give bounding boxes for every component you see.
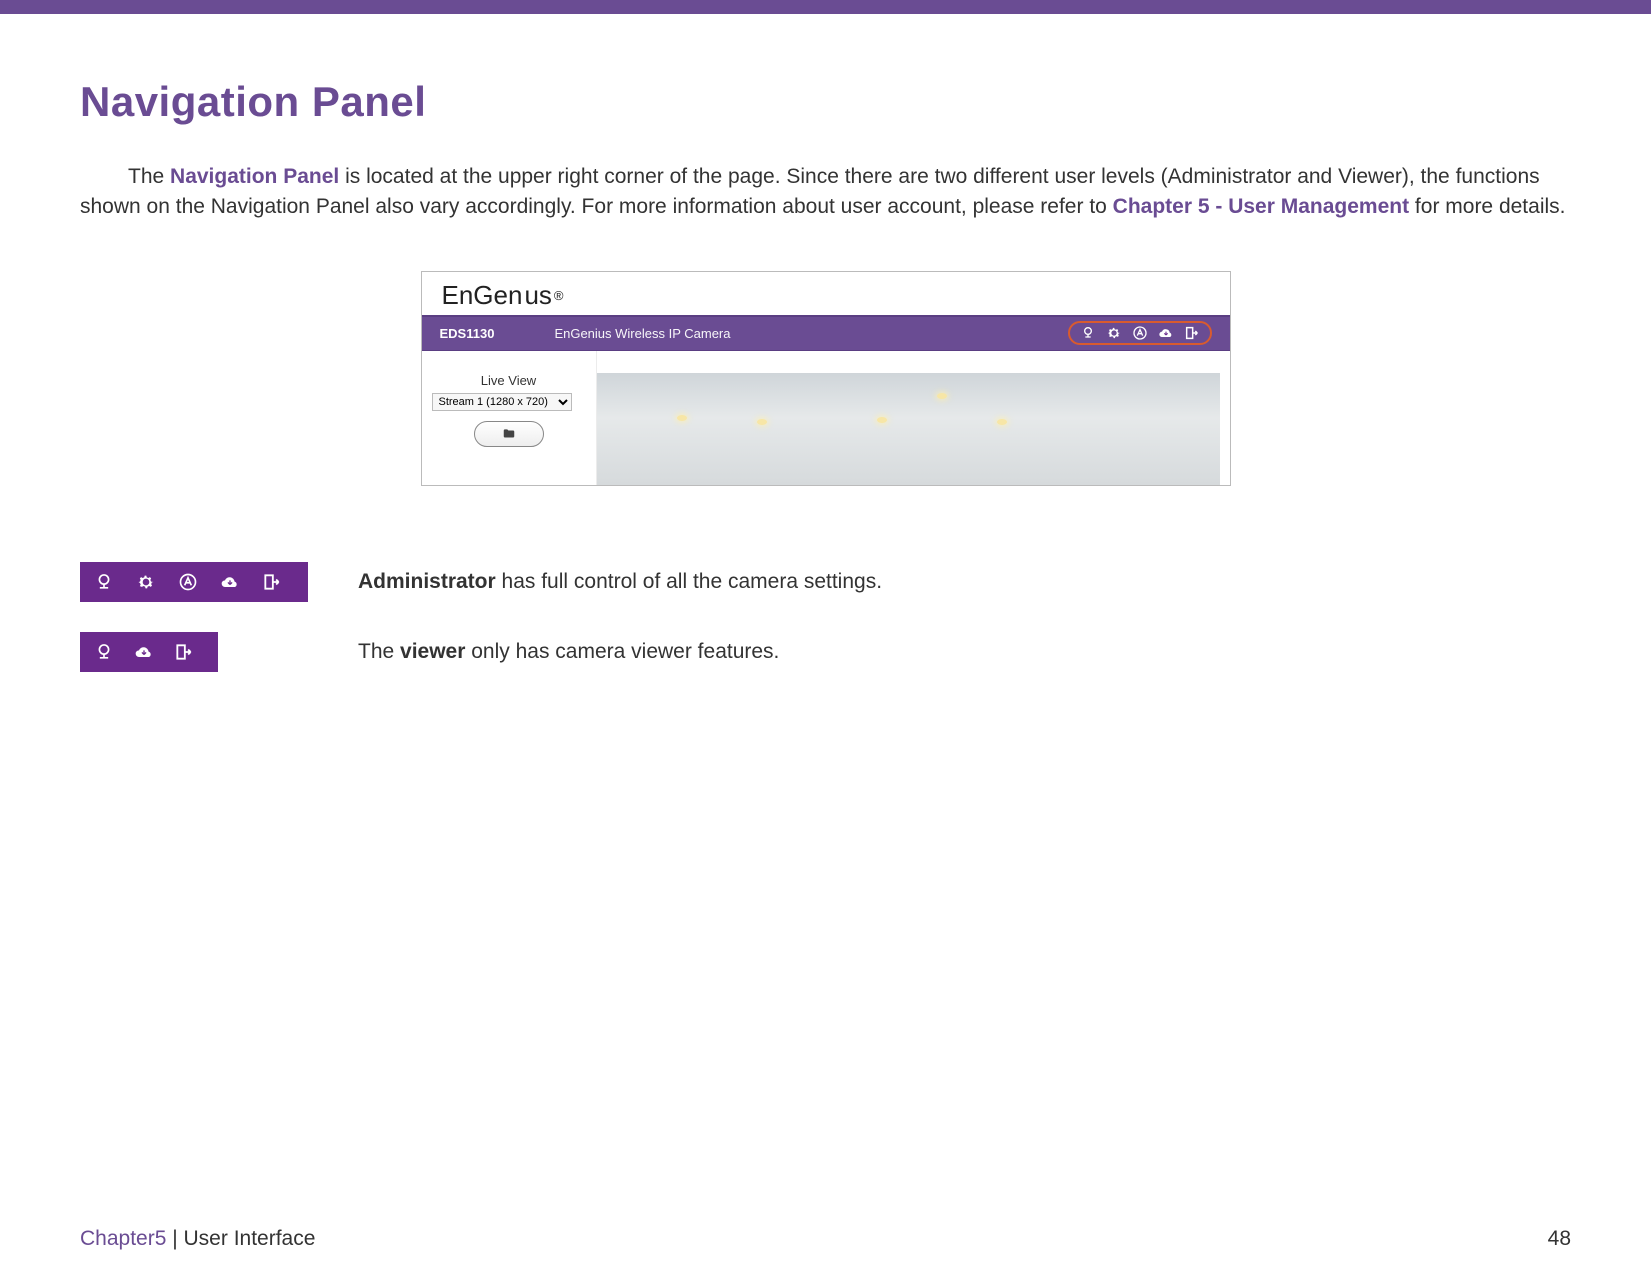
- cloud-download-icon[interactable]: [220, 572, 240, 592]
- administrator-row: Administrator has full control of all th…: [80, 562, 1571, 602]
- gear-icon[interactable]: [136, 572, 156, 592]
- viewer-text: only has camera viewer features.: [465, 640, 779, 663]
- engenius-logo: EnGen us ®: [442, 280, 564, 311]
- stream-select[interactable]: Stream 1 (1280 x 720): [432, 393, 572, 411]
- page-content: Navigation Panel The Navigation Panel is…: [0, 14, 1651, 1275]
- camera-icon[interactable]: [94, 572, 114, 592]
- viewer-description: The viewer only has camera viewer featur…: [358, 640, 779, 664]
- screenshot-purple-bar: EDS1130 EnGenius Wireless IP Camera: [422, 315, 1230, 351]
- para-em-chapter-link: Chapter 5 - User Management: [1113, 195, 1409, 218]
- screenshot-body: Live View Stream 1 (1280 x 720): [422, 351, 1230, 485]
- viewer-label: viewer: [400, 640, 465, 663]
- admin-description: Administrator has full control of all th…: [358, 570, 882, 594]
- nav-panel-highlight: [1068, 321, 1212, 345]
- viewer-prefix: The: [358, 640, 400, 663]
- screenshot-sidebar: Live View Stream 1 (1280 x 720): [422, 351, 597, 485]
- footer-breadcrumb: Chapter5 | User Interface: [80, 1227, 315, 1251]
- para-text-3: for more details.: [1409, 195, 1565, 218]
- admin-text: has full control of all the camera setti…: [496, 570, 882, 593]
- camera-icon[interactable]: [94, 642, 114, 662]
- para-em-navigation-panel: Navigation Panel: [170, 165, 339, 188]
- footer-section: User Interface: [184, 1227, 316, 1250]
- logo-text-prefix: EnGen: [442, 280, 523, 311]
- intro-paragraph: The Navigation Panel is located at the u…: [80, 162, 1571, 223]
- cloud-download-icon[interactable]: [134, 642, 154, 662]
- logo-registered: ®: [554, 288, 564, 303]
- logout-icon[interactable]: [1184, 325, 1200, 341]
- device-title: EnGenius Wireless IP Camera: [554, 326, 1067, 341]
- camera-icon[interactable]: [1080, 325, 1096, 341]
- device-model: EDS1130: [440, 326, 495, 341]
- logout-icon[interactable]: [174, 642, 194, 662]
- logo-text-suffix: us: [524, 280, 551, 311]
- camera-preview: [597, 373, 1220, 485]
- logout-icon[interactable]: [262, 572, 282, 592]
- live-view-label: Live View: [432, 373, 586, 388]
- top-purple-bar: [0, 0, 1651, 14]
- camera-ui-screenshot: EnGen us ® EDS1130 EnGenius Wireless IP …: [421, 271, 1231, 486]
- para-text-1: The: [128, 165, 170, 188]
- admin-icon-bar: [80, 562, 308, 602]
- user-a-icon[interactable]: [1132, 325, 1148, 341]
- admin-label: Administrator: [358, 570, 496, 593]
- folder-button[interactable]: [474, 421, 544, 447]
- page-number: 48: [1548, 1227, 1571, 1251]
- viewer-row: The viewer only has camera viewer featur…: [80, 632, 1571, 672]
- screenshot-header: EnGen us ®: [422, 272, 1230, 315]
- footer-chapter: Chapter5: [80, 1227, 166, 1250]
- page-heading: Navigation Panel: [80, 78, 1571, 126]
- user-a-icon[interactable]: [178, 572, 198, 592]
- viewer-icon-bar: [80, 632, 218, 672]
- gear-icon[interactable]: [1106, 325, 1122, 341]
- cloud-download-icon[interactable]: [1158, 325, 1174, 341]
- footer-separator: |: [166, 1227, 183, 1250]
- page-footer: Chapter5 | User Interface 48: [80, 1227, 1571, 1251]
